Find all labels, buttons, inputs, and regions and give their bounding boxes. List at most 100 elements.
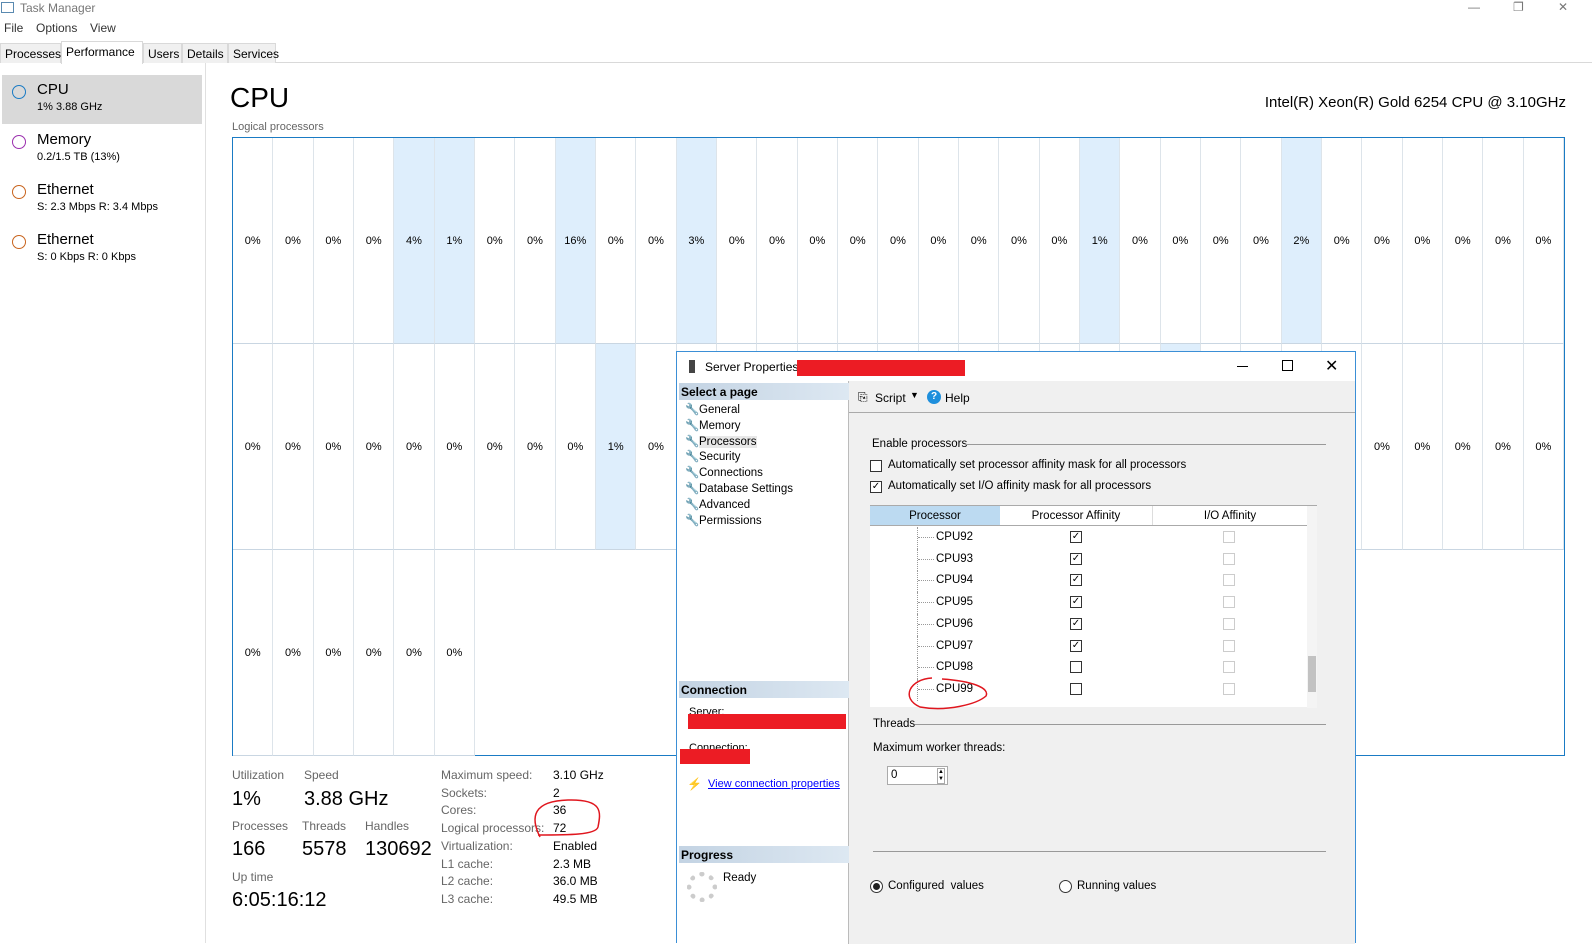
table-row: CPU95 ✓ — [870, 592, 1307, 615]
cpu-cell: 0% — [233, 344, 274, 550]
cpu-cell: 0% — [1120, 138, 1161, 344]
page-general[interactable]: 🔧General — [685, 402, 740, 417]
tree-line — [917, 592, 918, 615]
page-memory[interactable]: 🔧Memory — [685, 418, 741, 433]
io-affinity-checkbox[interactable] — [1223, 661, 1235, 674]
restore-button[interactable]: ❐ — [1513, 0, 1524, 14]
max-worker-threads-label: Maximum worker threads: — [873, 742, 1006, 754]
cpu-cell: 0% — [838, 138, 879, 344]
io-affinity-checkbox[interactable] — [1223, 596, 1235, 609]
tab-services[interactable]: Services — [228, 43, 279, 63]
tab-details[interactable]: Details — [182, 43, 228, 63]
page-permissions[interactable]: 🔧Permissions — [685, 513, 762, 528]
processor-affinity-checkbox[interactable] — [1070, 661, 1082, 674]
page-label: Advanced — [699, 498, 751, 511]
sidebar-item-ethernet[interactable]: Ethernet S: 2.3 Mbps R: 3.4 Mbps — [2, 175, 202, 224]
table-row: CPU97 ✓ — [870, 635, 1307, 658]
col-processor[interactable]: Processor — [870, 506, 1000, 525]
cpu-usage-label: 0% — [285, 440, 301, 453]
server-properties-dialog: Server Properties - ✕ Select a page 🔧Gen… — [676, 351, 1356, 944]
processor-affinity-checkbox[interactable]: ✓ — [1070, 552, 1082, 565]
io-affinity-checkbox[interactable] — [1223, 552, 1235, 565]
page-advanced[interactable]: 🔧Advanced — [685, 497, 750, 512]
script-dropdown-icon[interactable]: ▼ — [910, 390, 919, 400]
annotation-circle — [908, 677, 988, 710]
script-icon: ⎘ — [858, 390, 868, 404]
cpu-usage-label: 0% — [325, 440, 342, 453]
sidebar-item-cpu[interactable]: CPU 1% 3.88 GHz — [2, 75, 202, 124]
menu-options[interactable]: Options — [36, 21, 77, 35]
auto-io-affinity-label: Automatically set I/O affinity mask for … — [888, 480, 1152, 492]
cpu-usage-label: 0% — [446, 440, 463, 453]
sidebar-item-subtitle: 0.2/1.5 TB (13%) — [37, 151, 120, 163]
io-affinity-checkbox[interactable] — [1223, 531, 1235, 543]
uptime-label: Up time — [232, 870, 274, 884]
auto-io-affinity-checkbox[interactable]: ✓ — [870, 481, 882, 493]
divider — [965, 444, 1326, 445]
processor-affinity-checkbox[interactable]: ✓ — [1070, 617, 1082, 630]
sidebar-item-ethernet[interactable]: Ethernet S: 0 Kbps R: 0 Kbps — [2, 225, 202, 274]
cpu-cell: 0% — [273, 550, 314, 756]
processor-affinity-checkbox[interactable]: ✓ — [1070, 574, 1082, 587]
tab-performance[interactable]: Performance — [61, 41, 143, 64]
page-label: Processors — [699, 435, 757, 448]
cpu-cell: 1% — [1080, 138, 1121, 344]
configured-values-radio[interactable] — [870, 880, 883, 893]
col-io-affinity[interactable]: I/O Affinity — [1153, 506, 1307, 525]
sidebar-item-memory[interactable]: Memory 0.2/1.5 TB (13%) — [2, 125, 202, 174]
tree-line — [918, 580, 934, 582]
col-processor-affinity[interactable]: Processor Affinity — [1000, 506, 1153, 525]
cpu-usage-label: 0% — [527, 234, 543, 247]
max-worker-threads-input[interactable]: 0 ▲ ▼ — [887, 766, 948, 785]
dialog-minimize-button[interactable] — [1237, 366, 1248, 367]
close-button[interactable]: ✕ — [1558, 0, 1568, 14]
processor-affinity-checkbox[interactable]: ✓ — [1070, 639, 1082, 652]
help-button[interactable]: Help — [945, 391, 970, 405]
redacted-connection — [680, 749, 750, 764]
table-scrollbar[interactable] — [1307, 506, 1317, 708]
annotation-circle — [534, 799, 601, 838]
tree-line — [918, 537, 934, 538]
scrollbar-thumb[interactable] — [1308, 656, 1316, 692]
io-affinity-checkbox[interactable] — [1223, 639, 1235, 652]
processor-affinity-checkbox[interactable] — [1070, 682, 1082, 695]
cpu-cell: 0% — [354, 344, 395, 550]
cpu-cell: 0% — [475, 138, 516, 344]
page-connections[interactable]: 🔧Connections — [685, 465, 763, 480]
running-values-radio[interactable] — [1059, 880, 1072, 893]
spinner-arrows[interactable]: ▲ ▼ — [937, 768, 945, 784]
cpu-cell: 4% — [394, 138, 435, 344]
page-database-settings[interactable]: 🔧Database Settings — [685, 481, 793, 496]
threads-value: 5578 — [302, 838, 347, 860]
menu-file[interactable]: File — [4, 21, 23, 35]
status-circle-icon — [12, 85, 26, 99]
cpu-usage-label: 0% — [406, 646, 422, 659]
page-label: Security — [699, 451, 741, 464]
cpu-cell: 0% — [555, 344, 596, 550]
io-affinity-checkbox[interactable] — [1223, 617, 1235, 630]
processor-affinity-checkbox[interactable]: ✓ — [1070, 531, 1082, 543]
dialog-maximize-button[interactable] — [1282, 360, 1293, 371]
tab-users[interactable]: Users — [143, 43, 182, 63]
io-affinity-checkbox[interactable] — [1223, 682, 1235, 695]
processor-affinity-checkbox[interactable]: ✓ — [1070, 596, 1082, 609]
configured-values-label: Configured values — [888, 880, 984, 892]
cpu-usage-label: 0% — [365, 646, 382, 659]
cpu-cell: 0% — [1443, 138, 1484, 344]
page-processors[interactable]: 🔧Processors — [685, 434, 757, 449]
tab-processes[interactable]: Processes — [0, 43, 61, 63]
dialog-close-button[interactable]: ✕ — [1325, 356, 1338, 376]
script-button[interactable]: Script — [875, 391, 906, 405]
cpu-usage-label: 0% — [1212, 234, 1229, 247]
minimize-button[interactable]: — — [1468, 0, 1480, 14]
cpu-model: Intel(R) Xeon(R) Gold 6254 CPU @ 3.10GHz — [1264, 94, 1566, 111]
window-title: Task Manager — [20, 1, 96, 15]
page-security[interactable]: 🔧Security — [685, 449, 741, 464]
auto-processor-affinity-checkbox[interactable] — [870, 460, 882, 472]
page-label: Connections — [699, 467, 763, 480]
cpu-usage-label: 0% — [769, 234, 785, 247]
io-affinity-checkbox[interactable] — [1223, 574, 1235, 587]
view-connection-properties-link[interactable]: View connection properties — [708, 778, 840, 790]
dialog-title-bar: Server Properties - ✕ — [677, 352, 1355, 381]
menu-view[interactable]: View — [90, 21, 116, 35]
